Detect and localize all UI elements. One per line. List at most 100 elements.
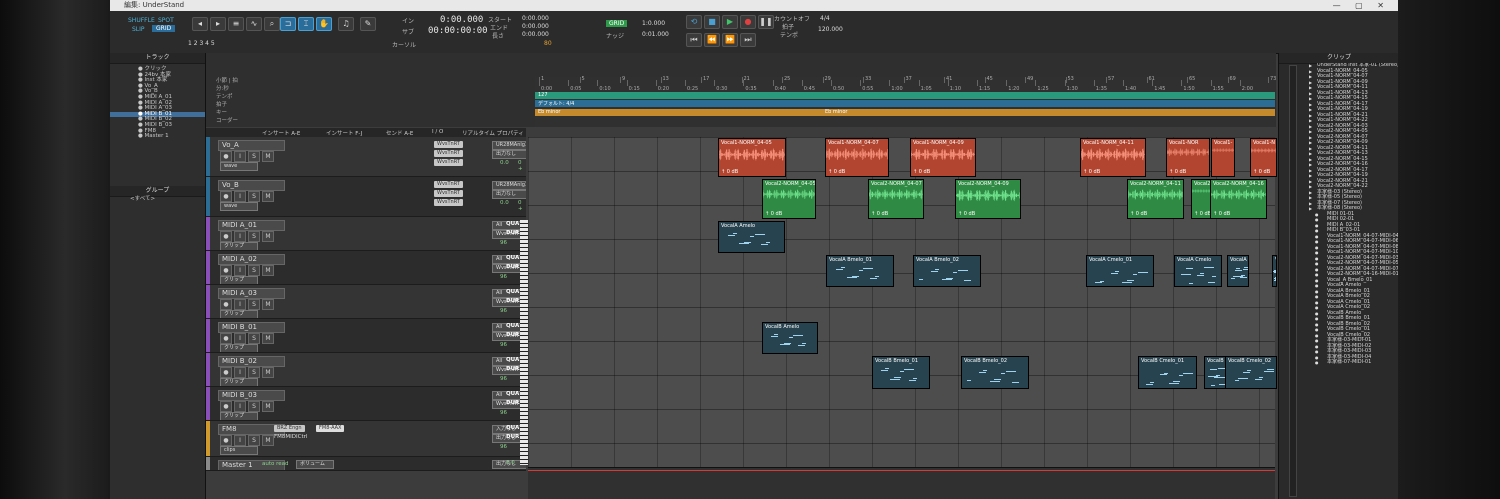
insert-slot[interactable]: WvsTnRT <box>434 159 463 166</box>
rewind-icon[interactable]: ⏪ <box>704 33 720 47</box>
midi-clip[interactable]: VocalB Bmelo_02 <box>961 356 1029 389</box>
audio-clip[interactable]: Vocal1-NORM_04-09 ↑ 0 dB <box>910 138 976 177</box>
quantize-property[interactable]: QUA <box>506 289 519 295</box>
track-name[interactable]: MIDI B_03 <box>218 390 285 401</box>
sub-counter[interactable]: 00:00:00:00 <box>428 26 488 36</box>
mode-spot[interactable]: SPOT <box>158 17 174 24</box>
zoom-out-icon[interactable]: ◂ <box>192 17 208 31</box>
track-view-selector[interactable]: wave <box>220 202 258 211</box>
input-selector[interactable]: UR28MAnlg3+4 <box>492 141 526 150</box>
input-monitor-button[interactable]: I <box>234 367 246 378</box>
audio-clip[interactable]: Vocal2-NORM_04-05 ↑ 0 dB <box>762 179 816 219</box>
grabber-tool-icon[interactable]: ✋ <box>316 17 332 31</box>
pause-icon[interactable]: ❚❚ <box>758 15 774 29</box>
track-view-selector[interactable]: wave <box>220 162 258 171</box>
insert-slot[interactable]: WvsTnRT <box>434 141 463 148</box>
input-monitor-button[interactable]: I <box>234 231 246 242</box>
solo-button[interactable]: S <box>248 333 260 344</box>
track-view-selector[interactable]: クリップ <box>220 412 258 420</box>
audio-clip[interactable]: Vocal1-NORM_04-05 ↑ 0 dB <box>718 138 786 177</box>
midi-clip[interactable]: VocalA Amelo <box>718 221 785 253</box>
track-name[interactable]: MIDI A_01 <box>218 220 285 231</box>
mute-button[interactable]: M <box>262 333 274 344</box>
insert-slot[interactable]: WvsTnRT <box>434 199 463 206</box>
ruler-tempo[interactable]: テンポ <box>206 93 306 101</box>
mute-button[interactable]: M <box>262 299 274 310</box>
input-monitor-button[interactable]: I <box>234 191 246 202</box>
record-enable-button[interactable]: ● <box>220 191 232 202</box>
mode-shuffle[interactable]: SHUFFLE <box>128 17 155 24</box>
grid-value[interactable]: 1:0.000 <box>642 20 665 27</box>
solo-button[interactable]: S <box>248 401 260 412</box>
volume-value[interactable]: 96 <box>500 444 507 450</box>
duration-property[interactable]: DUR <box>506 264 519 270</box>
volume-value[interactable]: 0.0 <box>500 160 509 166</box>
solo-button[interactable]: S <box>248 191 260 202</box>
duration-property[interactable]: DUR <box>506 434 519 440</box>
automation-mode[interactable]: auto read <box>262 461 289 467</box>
mute-button[interactable]: M <box>262 435 274 446</box>
quantize-property[interactable]: QUA <box>506 425 519 431</box>
ruler-meter[interactable]: 拍子 <box>206 101 306 109</box>
volume-value[interactable]: 96 <box>500 410 507 416</box>
play-icon[interactable]: ▶ <box>722 15 738 29</box>
audio-clip[interactable]: Vocal1-NORM_04-07 ↑ 0 dB <box>825 138 889 177</box>
midi-clip[interactable]: VocalB Amelo <box>762 322 818 354</box>
input-monitor-button[interactable]: I <box>234 299 246 310</box>
duration-property[interactable]: DUR <box>506 332 519 338</box>
zoom-in-icon[interactable]: ▸ <box>210 17 226 31</box>
audio-zoom-icon[interactable]: ≡ <box>228 17 244 31</box>
volume-value[interactable]: 96 <box>500 240 507 246</box>
duration-property[interactable]: DUR <box>506 400 519 406</box>
record-enable-button[interactable]: ● <box>220 367 232 378</box>
midi-clip-list-item[interactable]: 本家様-07-MIDI-01 <box>1279 359 1398 366</box>
midi-clip[interactable]: VocalB <box>1204 356 1226 389</box>
output-selector[interactable]: 出力なし <box>492 190 526 199</box>
insert-slot[interactable]: WvsTnRT <box>434 181 463 188</box>
audio-clip[interactable]: Vocal1-NORM_04-11 ↑ 0 dB <box>1080 138 1146 177</box>
stop-icon[interactable]: ■ <box>704 15 720 29</box>
track-name[interactable]: MIDI A_02 <box>218 254 285 265</box>
record-enable-button[interactable]: ● <box>220 299 232 310</box>
input-selector[interactable]: UR28MAnlg3+4 <box>492 181 526 190</box>
start-value[interactable]: 0:00.000 <box>522 15 549 22</box>
volume-value[interactable]: 96 <box>500 342 507 348</box>
track-view-selector[interactable]: クリップ <box>220 378 258 386</box>
record-enable-button[interactable]: ● <box>220 401 232 412</box>
track-view-selector[interactable]: クリップ <box>220 242 258 250</box>
main-counter[interactable]: 0:00.000 <box>440 15 483 25</box>
duration-property[interactable]: DUR <box>506 366 519 372</box>
track-view-selector[interactable]: ボリューム <box>296 460 334 469</box>
audio-clip[interactable]: Vocal2-NORM_04-07 ↑ 0 dB <box>868 179 924 219</box>
duration-property[interactable]: DUR <box>506 230 519 236</box>
mute-button[interactable]: M <box>262 231 274 242</box>
record-enable-button[interactable]: ● <box>220 435 232 446</box>
midi-clip[interactable]: VocalA Cmelo <box>1174 255 1222 287</box>
ruler-key[interactable]: キー <box>206 109 306 117</box>
track-view-selector[interactable]: clips <box>220 446 258 455</box>
go-to-end-icon[interactable]: ⏭ <box>740 33 756 47</box>
audio-clip[interactable]: Vocal2-NORM_04-09 ↑ 0 dB <box>955 179 1021 219</box>
ruler-min-sec[interactable]: 分:秒 <box>206 85 306 93</box>
meter-lane[interactable]: デフォルト: 4/4 <box>535 100 1275 107</box>
track-name[interactable]: Vo_B <box>218 180 285 191</box>
track-name[interactable]: MIDI A_03 <box>218 288 285 299</box>
midi-clip[interactable]: VocalB Cmelo_02 <box>1225 356 1277 389</box>
pencil-tool-icon[interactable]: ✎ <box>360 17 376 31</box>
quantize-property[interactable]: QUA <box>506 357 519 363</box>
mute-button[interactable]: M <box>262 401 274 412</box>
nudge-value[interactable]: 0:01.000 <box>642 31 669 38</box>
solo-button[interactable]: S <box>248 265 260 276</box>
record-enable-button[interactable]: ● <box>220 333 232 344</box>
midi-clip[interactable]: VocalA Bmelo_01 <box>826 255 894 287</box>
input-monitor-button[interactable]: I <box>234 333 246 344</box>
quantize-property[interactable]: QUA <box>506 221 519 227</box>
insert-slot[interactable]: BRZ Engn <box>274 425 305 432</box>
input-monitor-button[interactable]: I <box>234 265 246 276</box>
midi-clip[interactable]: VocalB Bmelo_01 <box>872 356 930 389</box>
mute-button[interactable]: M <box>262 265 274 276</box>
solo-button[interactable]: S <box>248 231 260 242</box>
track-list-item[interactable]: ● Master 1 <box>110 134 205 140</box>
solo-button[interactable]: S <box>248 151 260 162</box>
insert-slot[interactable]: WvsTnRT <box>434 190 463 197</box>
